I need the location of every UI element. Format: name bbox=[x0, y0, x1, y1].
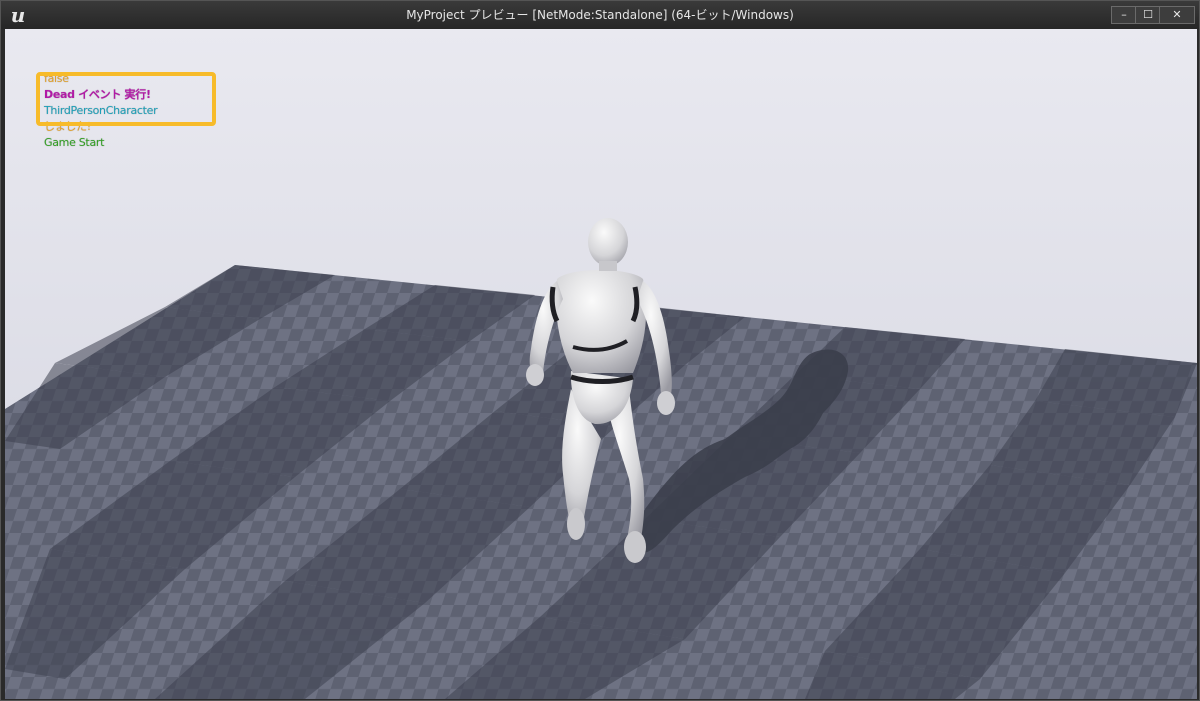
scene-render bbox=[5, 29, 1197, 699]
debug-log-line: Game Start bbox=[44, 136, 105, 149]
title-bar[interactable]: u MyProject プレビュー [NetMode:Standalone] (… bbox=[1, 1, 1199, 29]
minimize-button[interactable]: – bbox=[1111, 6, 1137, 24]
highlight-annotation-box bbox=[36, 72, 216, 126]
window-title: MyProject プレビュー [NetMode:Standalone] (64… bbox=[406, 8, 794, 22]
game-preview-window: u MyProject プレビュー [NetMode:Standalone] (… bbox=[0, 0, 1200, 701]
game-viewport[interactable]: false Dead イベント 実行! ThirdPersonCharacter… bbox=[5, 29, 1197, 699]
close-button[interactable]: ✕ bbox=[1159, 6, 1195, 24]
maximize-button[interactable]: ☐ bbox=[1135, 6, 1161, 24]
